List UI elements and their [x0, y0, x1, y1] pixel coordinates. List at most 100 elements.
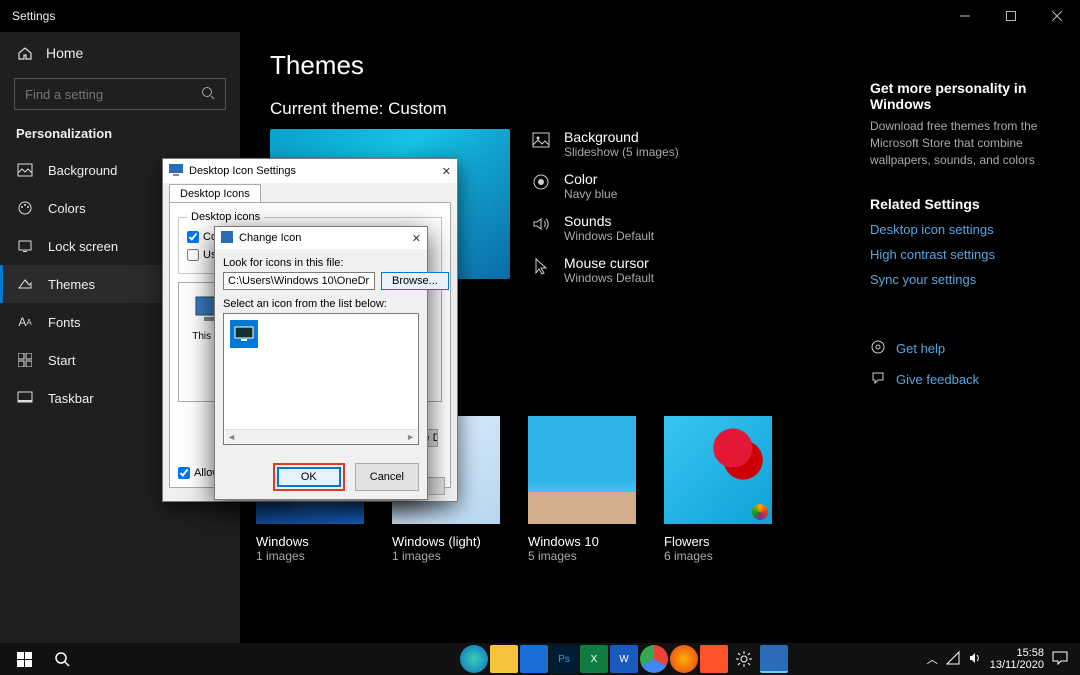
window-close-button[interactable] [1034, 0, 1080, 32]
promo-body: Download free themes from the Microsoft … [870, 118, 1050, 168]
app-mini-icon [221, 231, 233, 246]
theme-attr-cursor[interactable]: Mouse cursorWindows Default [530, 255, 679, 285]
app-excel[interactable]: X [580, 645, 608, 673]
app-firefox[interactable] [670, 645, 698, 673]
color-icon [530, 171, 552, 193]
theme-name: Windows [256, 534, 364, 549]
related-settings-title: Related Settings [870, 196, 1050, 212]
ok-button-highlight: OK [273, 463, 345, 491]
give-feedback-link[interactable]: Give feedback [870, 370, 1050, 389]
app-active-window[interactable] [760, 645, 788, 673]
window-maximize-button[interactable] [988, 0, 1034, 32]
dialog-title: Desktop Icon Settings [189, 165, 296, 177]
link-high-contrast[interactable]: High contrast settings [870, 247, 1050, 262]
monitor-icon [234, 326, 254, 342]
home-label: Home [46, 45, 83, 61]
theme-image-count: 1 images [392, 549, 500, 563]
find-setting-search[interactable] [14, 78, 226, 110]
picture-icon [530, 129, 552, 151]
theme-thumbnail[interactable] [664, 416, 772, 524]
dialog2-titlebar[interactable]: Change Icon ✕ [215, 227, 427, 249]
settings-titlebar: Settings [0, 0, 1080, 32]
link-sync-settings[interactable]: Sync your settings [870, 272, 1050, 287]
feedback-icon [870, 370, 886, 389]
store-badge-icon [752, 504, 768, 520]
palette-icon [16, 199, 34, 217]
taskbar: Ps X W ︿ 15:58 13/11/2020 [0, 643, 1080, 675]
link-desktop-icon-settings[interactable]: Desktop icon settings [870, 222, 1050, 237]
dlg2-ok-button[interactable]: OK [277, 467, 341, 487]
window-minimize-button[interactable] [942, 0, 988, 32]
dialog-close-button[interactable]: ✕ [442, 165, 451, 178]
sidebar-item-label: Taskbar [48, 391, 94, 406]
start-icon [16, 351, 34, 369]
icon-file-path-input[interactable] [223, 272, 375, 290]
home-icon [16, 44, 34, 62]
theme-image-count: 1 images [256, 549, 364, 563]
page-heading: Themes [270, 50, 1050, 81]
search-input[interactable] [25, 87, 185, 102]
theme-attr-sounds[interactable]: SoundsWindows Default [530, 213, 679, 243]
dialog2-close-button[interactable]: ✕ [412, 232, 421, 245]
app-file-explorer[interactable] [490, 645, 518, 673]
browse-button[interactable]: Browse... [381, 272, 449, 290]
icon-option-selected[interactable] [230, 320, 258, 348]
action-center-icon[interactable] [1052, 651, 1068, 668]
app-generic-blue[interactable] [520, 645, 548, 673]
section-header: Personalization [0, 122, 240, 151]
taskbar-apps: Ps X W [460, 645, 788, 673]
app-brave[interactable] [700, 645, 728, 673]
dialog2-title: Change Icon [239, 232, 301, 244]
change-icon-dialog: Change Icon ✕ Look for icons in this fil… [214, 226, 428, 500]
dlg2-cancel-button[interactable]: Cancel [355, 463, 419, 491]
app-settings[interactable] [730, 645, 758, 673]
window-title: Settings [12, 9, 55, 23]
lockscreen-icon [16, 237, 34, 255]
theme-card[interactable]: Flowers6 images [664, 416, 772, 563]
promo-title: Get more personality in Windows [870, 80, 1050, 112]
tray-volume-icon[interactable] [968, 651, 982, 668]
help-icon [870, 339, 886, 358]
tray-chevron-up-icon[interactable]: ︿ [927, 651, 938, 667]
select-icon-label: Select an icon from the list below: [223, 298, 419, 310]
fonts-icon: AA [16, 313, 34, 331]
theme-image-count: 5 images [528, 549, 636, 563]
theme-attr-color[interactable]: ColorNavy blue [530, 171, 679, 201]
cursor-icon [530, 255, 552, 277]
app-word[interactable]: W [610, 645, 638, 673]
sidebar-item-label: Colors [48, 201, 86, 216]
theme-thumbnail[interactable] [528, 416, 636, 524]
group-legend: Desktop icons [187, 211, 264, 223]
picture-icon [16, 161, 34, 179]
get-help-link[interactable]: Get help [870, 339, 1050, 358]
home-nav[interactable]: Home [0, 36, 240, 70]
app-edge[interactable] [460, 645, 488, 673]
theme-name: Flowers [664, 534, 772, 549]
sound-icon [530, 213, 552, 235]
taskbar-search-button[interactable] [44, 643, 80, 675]
desktop-mini-icon [169, 164, 183, 179]
sidebar-item-label: Background [48, 163, 117, 178]
sidebar-item-label: Start [48, 353, 75, 368]
theme-image-count: 6 images [664, 549, 772, 563]
horizontal-scrollbar[interactable]: ◄► [225, 429, 417, 443]
app-photoshop[interactable]: Ps [550, 645, 578, 673]
taskbar-clock[interactable]: 15:58 13/11/2020 [990, 647, 1044, 671]
sidebar-item-label: Lock screen [48, 239, 118, 254]
theme-name: Windows (light) [392, 534, 500, 549]
theme-name: Windows 10 [528, 534, 636, 549]
themes-icon [16, 275, 34, 293]
taskbar-setting-icon [16, 389, 34, 407]
tab-desktop-icons[interactable]: Desktop Icons [169, 184, 261, 203]
app-chrome[interactable] [640, 645, 668, 673]
store-badge-icon [616, 504, 632, 520]
dialog-titlebar[interactable]: Desktop Icon Settings ✕ [163, 159, 457, 183]
start-button[interactable] [6, 643, 42, 675]
look-for-icons-label: Look for icons in this file: [223, 257, 419, 269]
search-icon [201, 86, 215, 103]
theme-card[interactable]: Windows 105 images [528, 416, 636, 563]
theme-attr-background[interactable]: BackgroundSlideshow (5 images) [530, 129, 679, 159]
icon-list[interactable]: ◄► [223, 313, 419, 445]
right-info-panel: Get more personality in Windows Download… [870, 80, 1050, 389]
tray-network-icon[interactable] [946, 651, 960, 668]
